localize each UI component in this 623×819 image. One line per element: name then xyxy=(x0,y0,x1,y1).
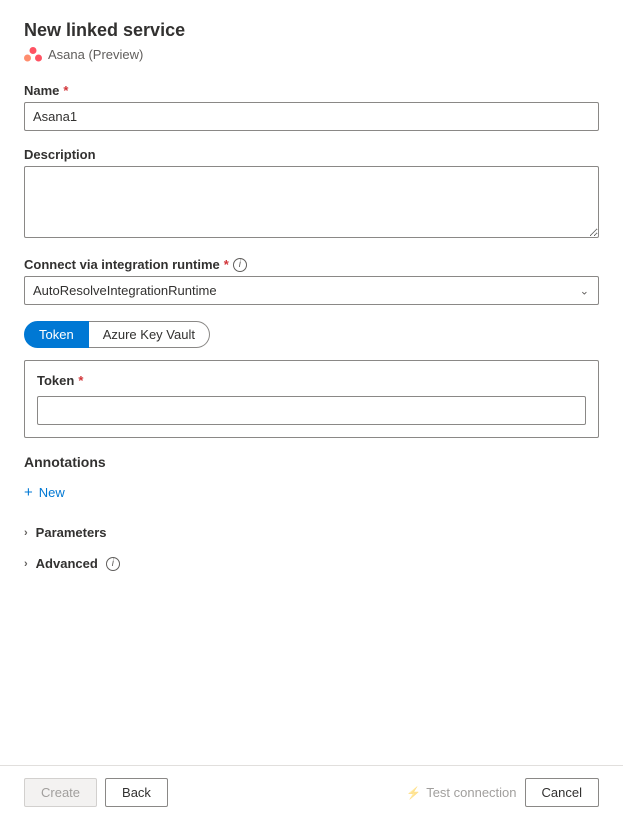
parameters-section: › Parameters xyxy=(24,521,599,544)
plus-icon: + xyxy=(24,484,33,501)
annotations-section: Annotations + New xyxy=(24,454,599,505)
parameters-chevron-icon: › xyxy=(24,527,28,539)
back-button[interactable]: Back xyxy=(105,778,168,807)
runtime-field-group: Connect via integration runtime * i Auto… xyxy=(24,257,599,305)
runtime-info-icon[interactable]: i xyxy=(233,258,247,272)
description-field-group: Description xyxy=(24,147,599,241)
create-button[interactable]: Create xyxy=(24,778,97,807)
name-input[interactable] xyxy=(24,102,599,131)
runtime-label: Connect via integration runtime * i xyxy=(24,257,599,272)
advanced-info-icon[interactable]: i xyxy=(106,557,120,571)
test-connection-button[interactable]: ⚡ Test connection xyxy=(406,785,516,800)
footer-left-actions: Create Back xyxy=(24,778,168,807)
annotations-heading: Annotations xyxy=(24,454,599,470)
add-annotation-button[interactable]: + New xyxy=(24,480,65,505)
test-connection-label: Test connection xyxy=(426,785,516,800)
advanced-section: › Advanced i xyxy=(24,552,599,575)
azure-kv-tab[interactable]: Azure Key Vault xyxy=(89,321,210,348)
name-required-star: * xyxy=(63,83,68,98)
cancel-button[interactable]: Cancel xyxy=(525,778,599,807)
token-box: Token * xyxy=(24,360,599,438)
token-required-star: * xyxy=(78,373,83,388)
advanced-label: Advanced xyxy=(36,556,98,571)
auth-toggle-group: Token Azure Key Vault xyxy=(24,321,599,348)
token-label: Token * xyxy=(37,373,586,388)
name-label: Name * xyxy=(24,83,599,98)
add-annotation-label: New xyxy=(39,485,65,500)
runtime-required-star: * xyxy=(224,257,229,272)
name-field-group: Name * xyxy=(24,83,599,131)
advanced-chevron-icon: › xyxy=(24,558,28,570)
advanced-toggle[interactable]: › Advanced i xyxy=(24,552,120,575)
plug-icon: ⚡ xyxy=(406,786,421,800)
runtime-select[interactable]: AutoResolveIntegrationRuntime xyxy=(24,276,599,305)
service-subtitle: Asana (Preview) xyxy=(48,47,143,62)
description-input[interactable] xyxy=(24,166,599,238)
asana-logo-icon xyxy=(24,45,42,63)
token-input[interactable] xyxy=(37,396,586,425)
parameters-toggle[interactable]: › Parameters xyxy=(24,521,107,544)
footer: Create Back ⚡ Test connection Cancel xyxy=(0,765,623,819)
parameters-label: Parameters xyxy=(36,525,107,540)
token-tab[interactable]: Token xyxy=(24,321,89,348)
runtime-select-wrapper: AutoResolveIntegrationRuntime ⌄ xyxy=(24,276,599,305)
page-title: New linked service xyxy=(24,20,599,41)
description-label: Description xyxy=(24,147,599,162)
footer-right-actions: ⚡ Test connection Cancel xyxy=(406,778,599,807)
